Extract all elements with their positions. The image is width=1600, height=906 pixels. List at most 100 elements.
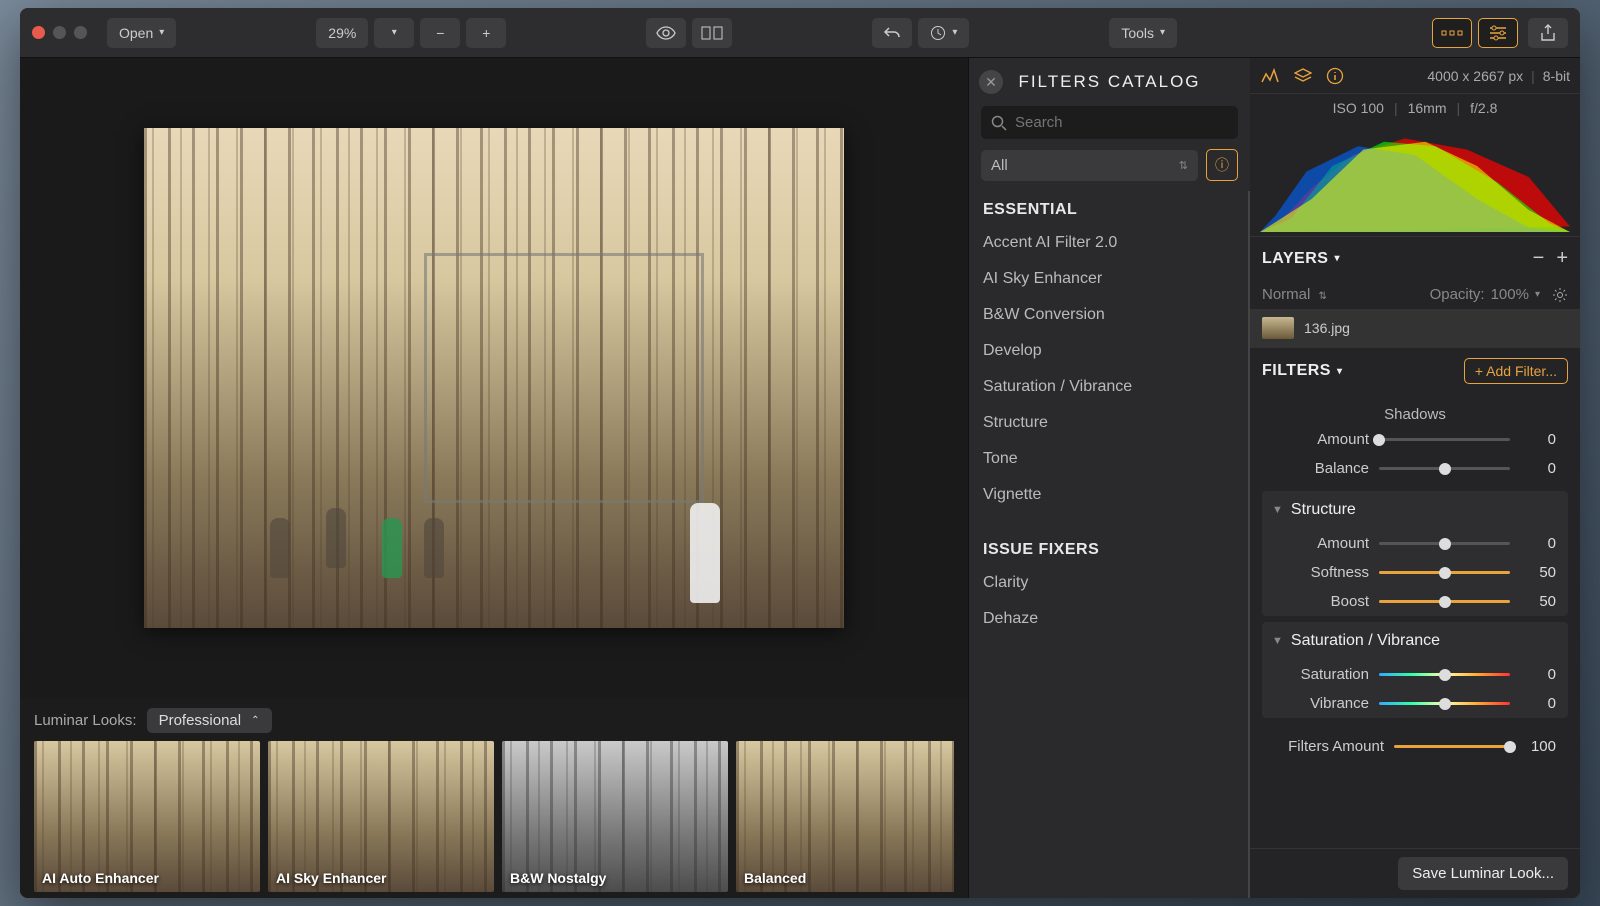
save-look-button[interactable]: Save Luminar Look... (1398, 857, 1568, 890)
canvas-image (144, 128, 844, 628)
chevron-down-icon: ▾ (1334, 253, 1340, 264)
category-row: All ⇅ ⓘ (981, 149, 1238, 181)
app-window: Open ▾ 29% ▾ − + (20, 8, 1580, 898)
traffic-lights (32, 26, 87, 39)
plus-icon: + (482, 25, 490, 41)
inspector-top-bar: 4000 x 2667 px | 8-bit (1250, 58, 1580, 94)
filter-item[interactable]: Clarity (983, 565, 1234, 601)
slider-track[interactable] (1379, 438, 1510, 441)
slider-track[interactable] (1379, 571, 1510, 574)
histogram[interactable] (1260, 122, 1570, 232)
history-button[interactable]: ▾ (918, 18, 969, 48)
slider-value: 50 (1520, 564, 1556, 581)
filter-item[interactable]: AI Sky Enhancer (983, 261, 1234, 297)
close-window-button[interactable] (32, 26, 45, 39)
exif-aperture: f/2.8 (1470, 100, 1497, 116)
filter-item[interactable]: Accent AI Filter 2.0 (983, 225, 1234, 261)
looks-row[interactable]: AI Auto Enhancer AI Sky Enhancer B&W Nos… (34, 741, 954, 892)
slider-row[interactable]: Softness 50 (1262, 558, 1568, 587)
layer-name: 136.jpg (1304, 320, 1350, 336)
opacity-value[interactable]: 100% (1491, 286, 1529, 303)
slider-row[interactable]: Saturation 0 (1262, 660, 1568, 689)
zoom-in-button[interactable]: + (466, 18, 506, 48)
filter-item[interactable]: B&W Conversion (983, 297, 1234, 333)
tools-button[interactable]: Tools ▾ (1109, 18, 1177, 48)
filter-section-header[interactable]: ▼ Saturation / Vibrance (1262, 622, 1568, 660)
info-tab-icon[interactable] (1326, 67, 1344, 85)
exif-iso: ISO 100 (1333, 100, 1384, 116)
layer-options: Normal ⇅ Opacity: 100% ▾ (1250, 280, 1580, 309)
looks-header: Luminar Looks: Professional ⌃ (34, 708, 954, 733)
look-label: B&W Nostalgy (510, 870, 606, 886)
filters-panel-button[interactable] (1478, 18, 1518, 48)
slider-track[interactable] (1379, 542, 1510, 545)
exif-focal: 16mm (1408, 100, 1447, 116)
slider-row[interactable]: Amount 0 (1262, 425, 1568, 454)
maximize-window-button[interactable] (74, 26, 87, 39)
image-bit-depth: 8-bit (1543, 68, 1570, 84)
slider-row[interactable]: Boost 50 (1262, 587, 1568, 616)
look-card[interactable]: AI Auto Enhancer (34, 741, 260, 892)
share-button[interactable] (1528, 18, 1568, 48)
gear-icon[interactable] (1552, 287, 1568, 303)
opacity-label: Opacity: (1430, 286, 1485, 303)
slider-track[interactable] (1379, 467, 1510, 470)
layers-section-header[interactable]: LAYERS ▾ − + (1250, 236, 1580, 280)
filter-item[interactable]: Dehaze (983, 601, 1234, 637)
search-input[interactable] (1015, 114, 1228, 131)
looks-panel-button[interactable] (1432, 18, 1472, 48)
filter-item[interactable]: Tone (983, 441, 1234, 477)
canvas-area: Luminar Looks: Professional ⌃ AI Auto En… (20, 58, 968, 898)
filters-body[interactable]: Shadows Amount 0 Balance 0 ▼ Structure (1250, 394, 1580, 848)
filter-item[interactable]: Saturation / Vibrance (983, 369, 1234, 405)
bottom-actions: Save Luminar Look... (1250, 848, 1580, 898)
eye-icon (656, 26, 676, 40)
look-card[interactable]: AI Sky Enhancer (268, 741, 494, 892)
look-card[interactable]: Balanced (736, 741, 954, 892)
histogram-tab-icon[interactable] (1260, 68, 1280, 84)
filter-item[interactable]: Develop (983, 333, 1234, 369)
remove-layer-button[interactable]: − (1533, 247, 1545, 270)
image-dimensions: 4000 x 2667 px (1427, 68, 1523, 84)
share-icon (1540, 24, 1556, 42)
add-layer-button[interactable]: + (1556, 247, 1568, 270)
minimize-window-button[interactable] (53, 26, 66, 39)
layer-row[interactable]: 136.jpg (1250, 309, 1580, 347)
looks-set-select[interactable]: Professional ⌃ (147, 708, 272, 733)
zoom-dropdown-button[interactable]: ▾ (374, 18, 414, 48)
chevron-down-icon: ▾ (392, 27, 397, 38)
slider-row[interactable]: Amount 0 (1262, 529, 1568, 558)
layers-tab-icon[interactable] (1294, 68, 1312, 84)
slider-row[interactable]: Balance 0 (1262, 454, 1568, 483)
preview-toggle-button[interactable] (646, 18, 686, 48)
zoom-out-button[interactable]: − (420, 18, 460, 48)
category-select[interactable]: All ⇅ (981, 150, 1198, 181)
catalog-close-button[interactable]: ✕ (979, 70, 1003, 94)
filter-list[interactable]: ESSENTIAL Accent AI Filter 2.0 AI Sky En… (969, 191, 1250, 898)
compare-button[interactable] (692, 18, 732, 48)
slider-track[interactable] (1379, 600, 1510, 603)
add-filter-button[interactable]: + Add Filter... (1464, 358, 1568, 384)
slider-track[interactable] (1394, 745, 1510, 748)
slider-label: Softness (1274, 564, 1369, 581)
filters-section-header[interactable]: FILTERS ▾ + Add Filter... (1250, 347, 1580, 394)
filter-item[interactable]: Structure (983, 405, 1234, 441)
slider-row[interactable]: Vibrance 0 (1262, 689, 1568, 718)
filter-group-title: ESSENTIAL (983, 191, 1234, 225)
slider-row[interactable]: Filters Amount 100 (1262, 732, 1568, 761)
catalog-info-button[interactable]: ⓘ (1206, 149, 1238, 181)
filter-section-header[interactable]: ▼ Structure (1262, 491, 1568, 529)
look-card[interactable]: B&W Nostalgy (502, 741, 728, 892)
slider-track[interactable] (1379, 702, 1510, 705)
blend-mode-select[interactable]: Normal ⇅ (1262, 286, 1327, 303)
filter-item[interactable]: Vignette (983, 477, 1234, 513)
undo-icon (883, 26, 901, 40)
open-button[interactable]: Open ▾ (107, 18, 176, 48)
undo-button[interactable] (872, 18, 912, 48)
search-box[interactable] (981, 106, 1238, 139)
looks-set-name: Professional (159, 712, 242, 729)
zoom-value-button[interactable]: 29% (316, 18, 368, 48)
filter-section: ▼ Saturation / Vibrance Saturation 0 Vib… (1262, 622, 1568, 718)
slider-track[interactable] (1379, 673, 1510, 676)
viewport[interactable] (20, 58, 968, 698)
